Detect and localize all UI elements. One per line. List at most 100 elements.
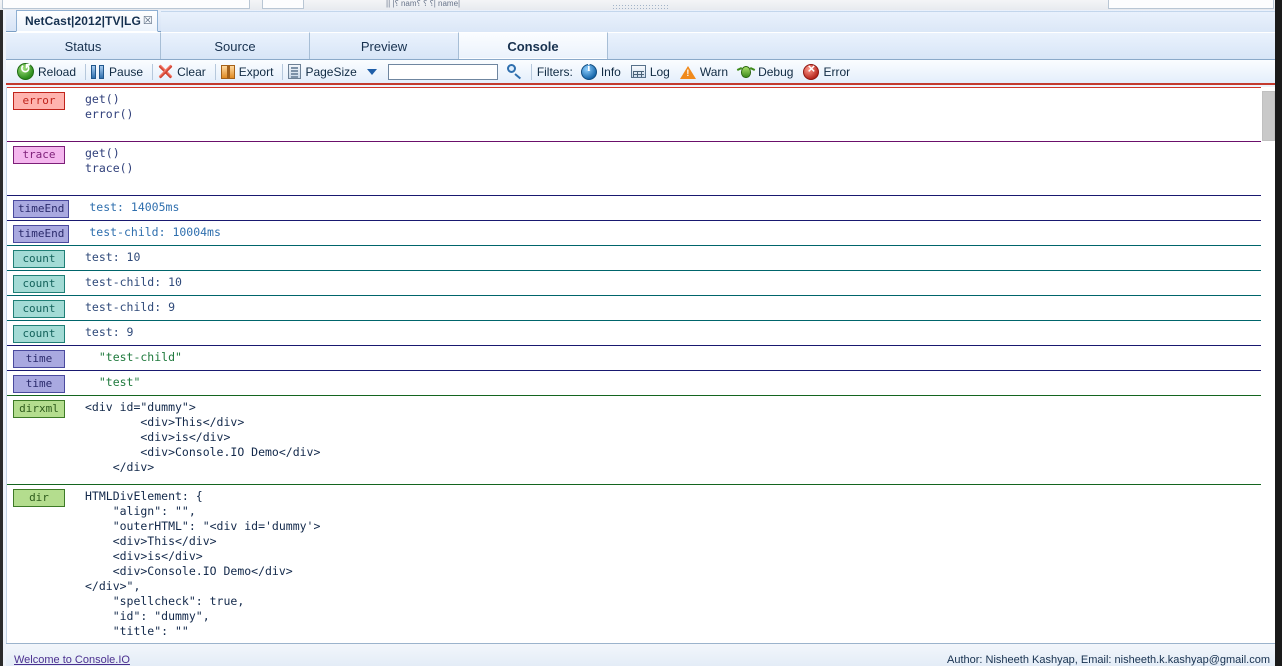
filter-error[interactable]: Error: [800, 61, 857, 82]
console-row-message: HTMLDivElement: { "align": "", "outerHTM…: [85, 489, 321, 638]
console-scrollbar-thumb[interactable]: [1262, 91, 1275, 141]
toolbar-separator: [530, 63, 532, 80]
console-row-badge: count: [13, 250, 65, 268]
search-icon: [506, 64, 522, 79]
console-row[interactable]: timeEnd test: 14005ms: [7, 195, 1277, 220]
log-icon: [630, 65, 646, 78]
console-row[interactable]: count test-child: 9: [7, 295, 1277, 320]
filter-info[interactable]: Info: [578, 62, 628, 82]
console-output[interactable]: error get() error() trace get() trace() time…: [6, 87, 1278, 643]
clear-button[interactable]: Clear: [155, 62, 213, 82]
tab-preview[interactable]: Preview: [310, 32, 459, 59]
console-row[interactable]: error get() error(): [7, 87, 1277, 141]
section-tabs: Status Source Preview Console: [6, 32, 1278, 60]
console-row-badge: time: [13, 375, 65, 393]
console-row-badge: count: [13, 325, 65, 343]
pagesize-button[interactable]: PageSize: [285, 62, 363, 82]
tab-source[interactable]: Source: [161, 32, 310, 59]
console-row[interactable]: count test-child: 10: [7, 270, 1277, 295]
tab-preview-label: Preview: [360, 38, 408, 54]
clear-icon: [158, 64, 173, 79]
console-row-list: error get() error() trace get() trace() time…: [7, 87, 1277, 643]
console-row[interactable]: time "test": [7, 370, 1277, 395]
window-tabstrip: NetCast|2012|TV|LG ☒: [6, 10, 1278, 32]
window-tab-label: NetCast|2012|TV|LG: [25, 14, 141, 28]
toolbar-separator: [282, 63, 284, 80]
filters-label: Filters:: [536, 64, 573, 79]
toolbar-separator: [85, 63, 87, 80]
export-button[interactable]: Export: [218, 62, 281, 82]
chrome-field-left: [2, 0, 250, 9]
filter-warn[interactable]: Warn: [677, 62, 735, 82]
info-icon: [580, 62, 597, 80]
console-row-message: "test-child": [85, 350, 182, 364]
tab-console[interactable]: Console: [459, 32, 608, 59]
section-tabs-spacer: [608, 32, 1278, 59]
filter-debug[interactable]: Debug: [735, 62, 800, 82]
author-text: Author: Nisheeth Kashyap, Email: nisheet…: [947, 654, 1270, 666]
export-icon: [220, 64, 235, 79]
console-row-message: test: 9: [85, 325, 134, 339]
filter-debug-label: Debug: [758, 64, 794, 79]
pagesize-dropdown-button[interactable]: [364, 62, 384, 82]
console-row[interactable]: timeEnd test-child: 10004ms: [7, 220, 1277, 245]
tab-status[interactable]: Status: [6, 32, 161, 59]
console-row-message: test: 14005ms: [89, 200, 180, 214]
console-row-badge: error: [13, 92, 65, 110]
status-bar: Welcome to Console.IO Author: Nisheeth K…: [6, 643, 1278, 666]
pause-button[interactable]: Pause: [88, 62, 150, 82]
console-row-message: <div id="dummy"> <div>This</div> <div>is…: [85, 400, 321, 474]
chrome-field-right: [1108, 0, 1274, 9]
pagesize-icon: [288, 64, 302, 79]
console-row[interactable]: trace get() trace(): [7, 141, 1277, 195]
console-row-message: get() error(): [85, 92, 134, 121]
search-button[interactable]: [504, 62, 529, 82]
welcome-link[interactable]: Welcome to Console.IO: [14, 654, 130, 666]
console-row-badge: timeEnd: [13, 200, 70, 218]
console-row[interactable]: count test: 10: [7, 245, 1277, 270]
error-icon: [803, 61, 820, 80]
console-row[interactable]: dirxml <div id="dummy"> <div>This</div> <…: [7, 395, 1277, 484]
toolbar-separator: [152, 63, 154, 80]
console-row[interactable]: count test: 9: [7, 320, 1277, 345]
console-row-message: test-child: 9: [85, 300, 176, 314]
filter-log[interactable]: Log: [628, 62, 677, 82]
console-row-badge: trace: [13, 146, 65, 164]
console-row[interactable]: dir HTMLDivElement: { "align": "", "outer…: [7, 484, 1277, 643]
filter-log-label: Log: [649, 64, 670, 79]
toolbar-separator: [214, 63, 216, 80]
export-label: Export: [238, 64, 274, 79]
console-row-message: "test": [85, 375, 141, 389]
window-tab-netcast[interactable]: NetCast|2012|TV|LG ☒: [16, 10, 158, 32]
search-input[interactable]: [387, 63, 498, 80]
console-row-message: test-child: 10004ms: [89, 225, 221, 239]
pause-icon: [91, 64, 105, 79]
console-row-message: test: 10: [85, 250, 141, 264]
console-row-message: test-child: 10: [85, 275, 182, 289]
reload-label: Reload: [38, 64, 77, 79]
tab-console-label: Console: [507, 38, 559, 54]
reload-button[interactable]: Reload: [14, 61, 83, 82]
console-io-window: || |؟ nam؟ ؟ ؟| name| NetCast|2012|TV|LG…: [0, 0, 1282, 666]
filter-error-label: Error: [823, 64, 851, 79]
pagesize-label: PageSize: [305, 64, 357, 79]
chevron-down-icon: [366, 68, 377, 75]
chrome-field-mid: [262, 0, 304, 9]
console-row-badge: time: [13, 350, 65, 368]
console-row-badge: dir: [13, 489, 65, 507]
tabstrip-filler: [161, 11, 1276, 32]
chrome-grip-dots: [612, 4, 668, 9]
console-row-badge: count: [13, 300, 65, 318]
clear-label: Clear: [177, 64, 206, 79]
console-row[interactable]: time "test-child": [7, 345, 1277, 370]
console-scrollbar[interactable]: [1261, 87, 1276, 643]
console-row-message: get() trace(): [85, 146, 134, 175]
warn-icon: [679, 66, 696, 79]
debug-icon: [738, 65, 754, 79]
reload-icon: [17, 61, 34, 80]
console-row-badge: timeEnd: [13, 225, 70, 243]
close-icon[interactable]: ☒: [143, 15, 153, 27]
tab-status-label: Status: [64, 38, 102, 54]
app-frame: NetCast|2012|TV|LG ☒ Status Source Previ…: [0, 10, 1278, 666]
console-toolbar: Reload Pause Clear Export PageSize: [6, 60, 1278, 85]
